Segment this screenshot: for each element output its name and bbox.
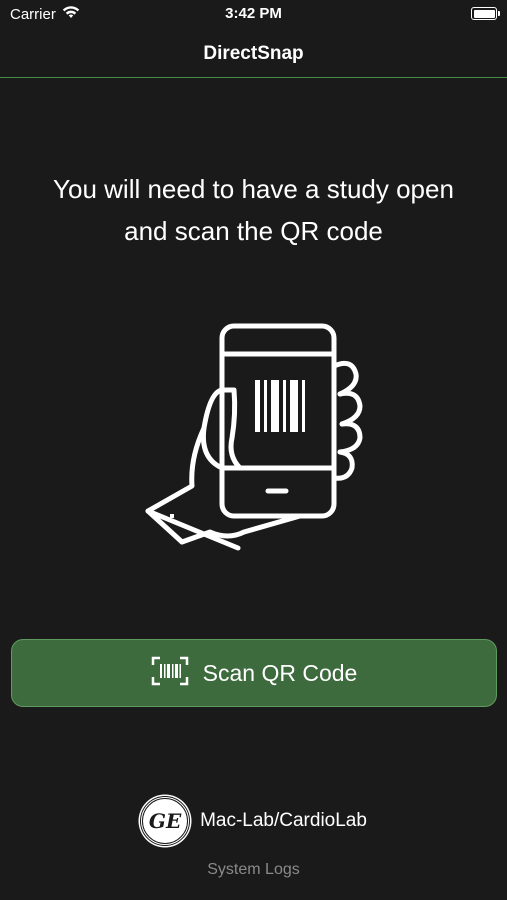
instruction-line-1: You will need to have a study open: [53, 174, 454, 204]
ge-logo: GE: [140, 796, 191, 846]
scan-qr-code-button[interactable]: Scan QR Code: [11, 639, 497, 707]
page-title: DirectSnap: [203, 42, 304, 64]
instruction-line-2: and scan the QR code: [124, 216, 383, 246]
instruction-text: You will need to have a study open and s…: [20, 168, 487, 252]
product-name: Mac-Lab/CardioLab: [200, 810, 367, 831]
barcode-scan-icon: [151, 656, 189, 691]
ge-logo-text: GE: [148, 809, 182, 833]
scan-button-label: Scan QR Code: [202, 659, 358, 686]
hand-holding-phone-barcode-icon: [140, 318, 370, 558]
battery-icon: [471, 7, 500, 20]
system-logs-link[interactable]: System Logs: [0, 861, 507, 879]
navigation-bar: DirectSnap: [0, 30, 507, 78]
brand-row: GE Mac-Lab/CardioLab: [0, 796, 507, 846]
status-bar: Carrier 3:42 PM: [0, 0, 507, 30]
battery-fill: [473, 9, 495, 18]
status-time: 3:42 PM: [225, 5, 282, 22]
